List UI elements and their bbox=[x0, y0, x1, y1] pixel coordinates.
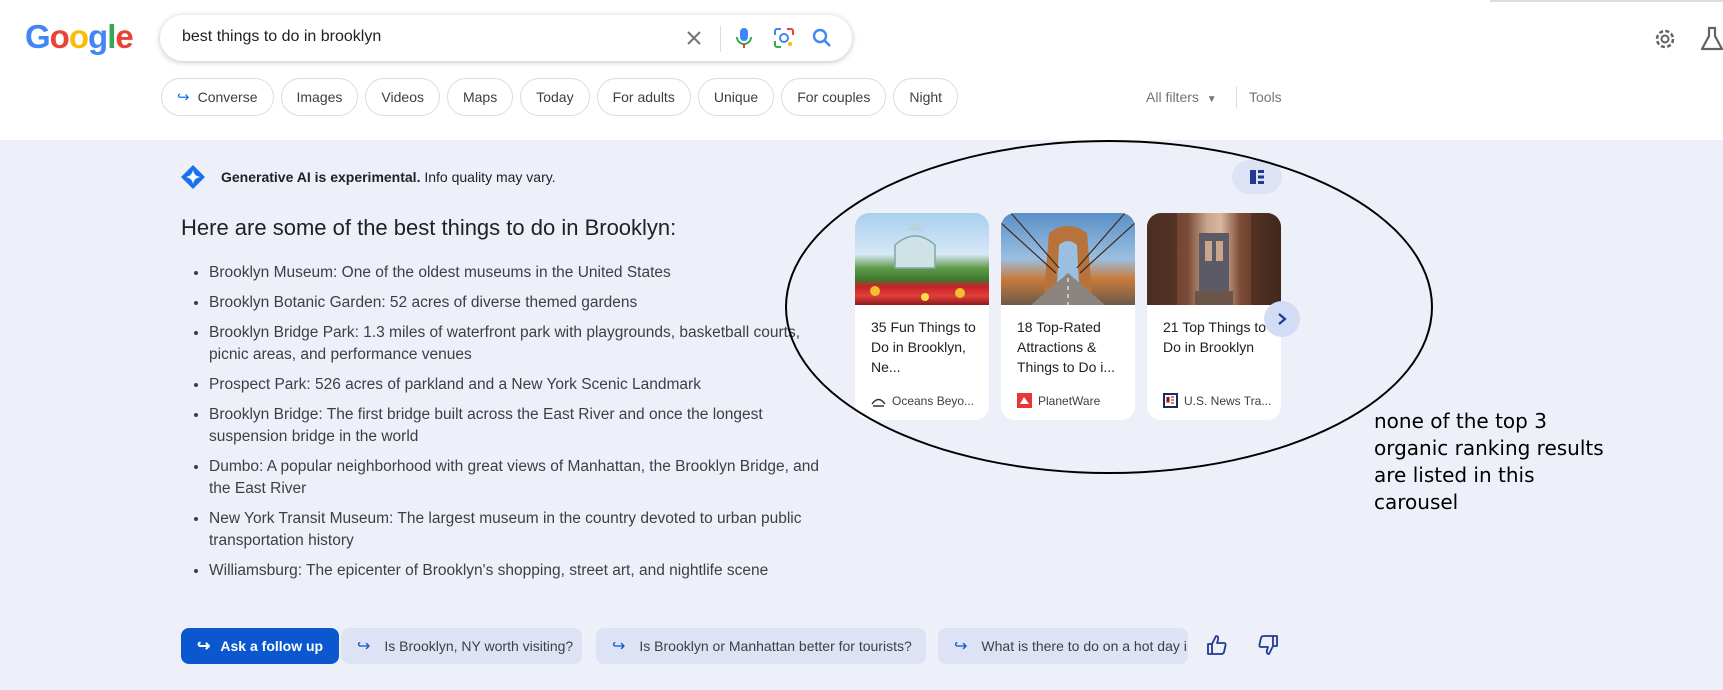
chip-label: For couples bbox=[797, 89, 871, 105]
follow-up-chip[interactable]: ↪ Is Brooklyn, NY worth visiting? bbox=[341, 628, 582, 664]
card-thumbnail-manhattan-bridge bbox=[1147, 213, 1281, 305]
chip-night[interactable]: Night bbox=[893, 78, 959, 116]
layout-toggle-button[interactable] bbox=[1232, 160, 1282, 194]
follow-arrow-icon: ↪ bbox=[177, 89, 190, 106]
chip-label: Converse bbox=[197, 89, 258, 105]
card-thumbnail-brooklyn-bridge bbox=[1001, 213, 1135, 305]
filter-chips: ↪ Converse Images Videos Maps Today For a… bbox=[161, 78, 959, 116]
ai-answer-heading: Here are some of the best things to do i… bbox=[181, 215, 677, 240]
thumbs-down-icon[interactable] bbox=[1257, 634, 1281, 658]
ai-answer-list: Brooklyn Museum: One of the oldest museu… bbox=[181, 262, 829, 590]
chip-label: Images bbox=[296, 89, 343, 105]
card-source-name: PlanetWare bbox=[1038, 393, 1101, 408]
lens-icon[interactable] bbox=[772, 26, 796, 50]
card-title: 35 Fun Things to Do in Brooklyn, Ne... bbox=[871, 319, 976, 375]
card-source-name: Oceans Beyo... bbox=[892, 393, 975, 408]
card-source: Oceans Beyo... bbox=[871, 393, 983, 408]
list-item: Williamsburg: The epicenter of Brooklyn'… bbox=[209, 560, 829, 582]
card-title: 21 Top Things to Do in Brooklyn bbox=[1163, 319, 1267, 355]
list-item: New York Transit Museum: The largest mus… bbox=[209, 508, 829, 552]
card-thumbnail-botanic-garden bbox=[855, 213, 989, 305]
filters-divider bbox=[1236, 86, 1237, 108]
top-divider bbox=[1490, 0, 1723, 2]
labs-flask-icon[interactable] bbox=[1700, 26, 1723, 52]
chip-today[interactable]: Today bbox=[520, 78, 590, 116]
list-item: Brooklyn Bridge: The first bridge built … bbox=[209, 404, 829, 448]
source-favicon-icon bbox=[1017, 393, 1032, 408]
follow-up-label: Is Brooklyn or Manhattan better for tour… bbox=[639, 638, 912, 654]
chevron-right-icon bbox=[1278, 313, 1287, 325]
chip-label: Unique bbox=[713, 89, 759, 105]
search-icon[interactable] bbox=[810, 26, 834, 50]
annotation-text: none of the top 3 organic ranking result… bbox=[1374, 409, 1604, 514]
chip-maps[interactable]: Maps bbox=[446, 78, 514, 116]
chip-unique[interactable]: Unique bbox=[697, 78, 775, 116]
google-logo[interactable]: Google bbox=[25, 18, 134, 56]
search-divider bbox=[720, 26, 721, 52]
all-filters-button[interactable]: All filters ▼ bbox=[1146, 89, 1217, 105]
search-bar[interactable]: best things to do in brooklyn bbox=[160, 15, 852, 61]
list-item: Brooklyn Bridge Park: 1.3 miles of water… bbox=[209, 322, 829, 366]
follow-up-chip[interactable]: ↪ Is Brooklyn or Manhattan better for tou… bbox=[596, 628, 926, 664]
clear-icon[interactable] bbox=[682, 26, 706, 50]
chip-converse[interactable]: ↪ Converse bbox=[161, 78, 274, 116]
follow-arrow-icon: ↪ bbox=[612, 638, 626, 655]
thumbs-up-icon[interactable] bbox=[1206, 634, 1230, 658]
card-title: 18 Top-Rated Attractions & Things to Do … bbox=[1017, 319, 1116, 375]
caret-down-icon: ▼ bbox=[1206, 94, 1217, 105]
chip-label: Videos bbox=[381, 89, 424, 105]
list-item: Brooklyn Botanic Garden: 52 acres of div… bbox=[209, 292, 829, 314]
follow-up-chip[interactable]: ↪ What is there to do on a hot day i bbox=[938, 628, 1188, 664]
search-input[interactable]: best things to do in brooklyn bbox=[182, 28, 381, 46]
carousel-card[interactable]: 35 Fun Things to Do in Brooklyn, Ne... O… bbox=[855, 213, 989, 420]
gear-icon[interactable] bbox=[1652, 26, 1678, 52]
tools-button[interactable]: Tools bbox=[1249, 89, 1282, 105]
layout-icon bbox=[1250, 170, 1264, 184]
chip-for-adults[interactable]: For adults bbox=[596, 78, 691, 116]
card-source: U.S. News Tra... bbox=[1163, 393, 1275, 408]
disclaimer-bold: Generative AI is experimental. bbox=[221, 169, 421, 185]
card-source: PlanetWare bbox=[1017, 393, 1129, 408]
chip-images[interactable]: Images bbox=[280, 78, 359, 116]
card-source-name: U.S. News Tra... bbox=[1184, 393, 1272, 408]
list-item: Dumbo: A popular neighborhood with great… bbox=[209, 456, 829, 500]
carousel-card[interactable]: 21 Top Things to Do in Brooklyn U.S. New… bbox=[1147, 213, 1281, 420]
follow-arrow-icon: ↪ bbox=[357, 638, 371, 655]
ask-follow-up-label: Ask a follow up bbox=[220, 638, 324, 654]
carousel-next-button[interactable] bbox=[1264, 301, 1300, 337]
list-item: Prospect Park: 526 acres of parkland and… bbox=[209, 374, 829, 396]
chip-for-couples[interactable]: For couples bbox=[781, 78, 887, 116]
chip-videos[interactable]: Videos bbox=[365, 78, 440, 116]
follow-arrow-icon: ↪ bbox=[954, 638, 968, 655]
ask-follow-up-button[interactable]: ↪ Ask a follow up bbox=[181, 628, 340, 664]
source-favicon-icon bbox=[1163, 393, 1178, 408]
carousel-card[interactable]: 18 Top-Rated Attractions & Things to Do … bbox=[1001, 213, 1135, 420]
chip-label: Night bbox=[909, 89, 943, 105]
follow-up-label: What is there to do on a hot day i bbox=[981, 638, 1187, 654]
chip-label: Today bbox=[536, 89, 574, 105]
all-filters-label: All filters bbox=[1146, 89, 1199, 105]
microphone-icon[interactable] bbox=[732, 26, 756, 50]
follow-arrow-icon: ↪ bbox=[197, 638, 211, 655]
disclaimer-rest: Info quality may vary. bbox=[420, 169, 556, 185]
list-item: Brooklyn Museum: One of the oldest museu… bbox=[209, 262, 829, 284]
generative-ai-sparkle-icon bbox=[180, 164, 206, 190]
chip-label: For adults bbox=[612, 89, 675, 105]
ai-disclaimer: Generative AI is experimental. Info qual… bbox=[221, 169, 556, 185]
chip-label: Maps bbox=[462, 89, 498, 105]
follow-up-label: Is Brooklyn, NY worth visiting? bbox=[384, 638, 574, 654]
source-favicon-icon bbox=[871, 398, 886, 407]
